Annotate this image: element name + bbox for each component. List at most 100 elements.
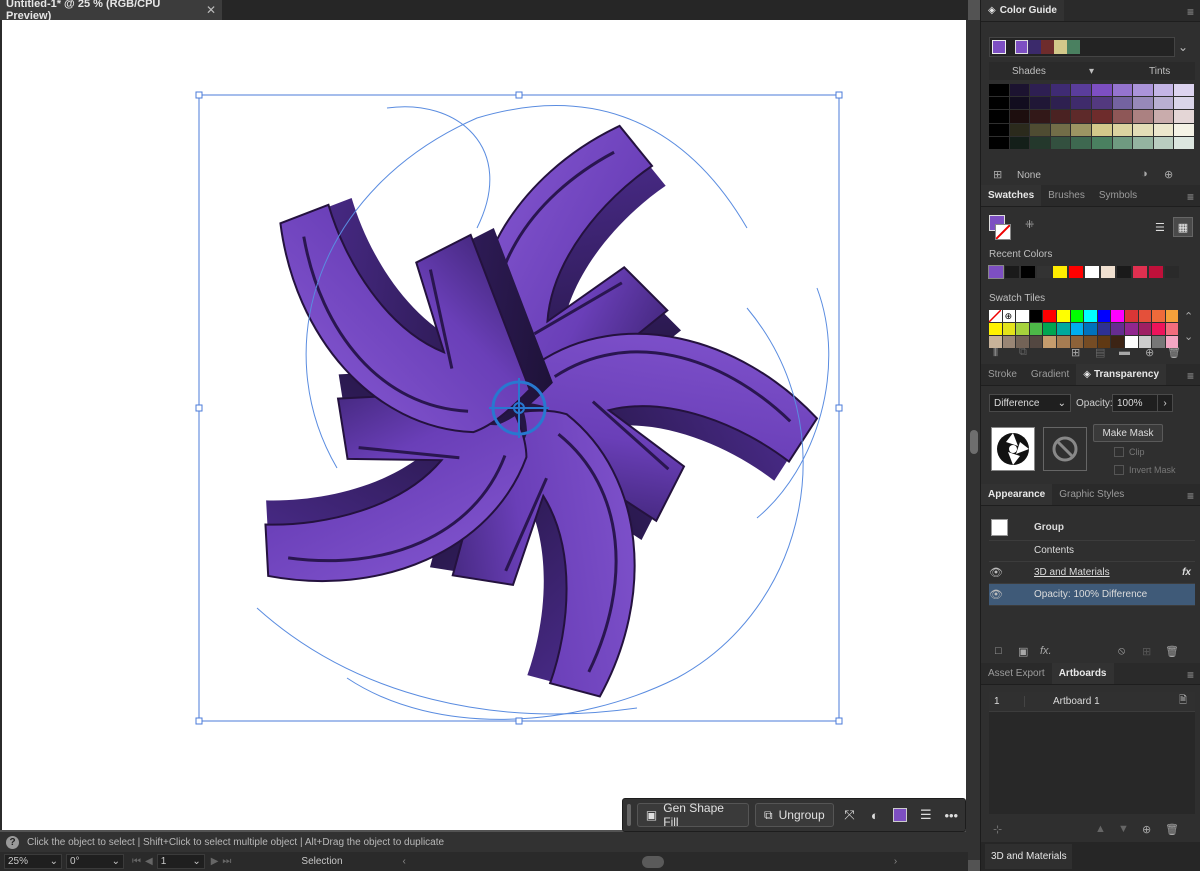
- delete-item-icon[interactable]: 🗑: [1165, 645, 1179, 658]
- move-up-icon[interactable]: ▲: [1095, 823, 1106, 835]
- color-variation-swatch[interactable]: [1071, 84, 1091, 97]
- color-variation-swatch[interactable]: [1133, 110, 1153, 123]
- document-tab[interactable]: Untitled-1* @ 25 % (RGB/CPU Preview) ✕: [0, 0, 222, 22]
- panel-menu-icon[interactable]: ≡: [1187, 668, 1194, 682]
- recent-color-swatch[interactable]: [1149, 266, 1163, 278]
- invert-mask-checkbox[interactable]: [1114, 465, 1124, 475]
- color-variation-swatch[interactable]: [1009, 123, 1030, 136]
- task-bar-drag-handle[interactable]: [627, 804, 631, 826]
- tile-swatch[interactable]: [1125, 310, 1138, 322]
- tile-swatch[interactable]: [1070, 310, 1084, 322]
- tile-swatch[interactable]: [989, 336, 1002, 348]
- appearance-opacity-row[interactable]: 👁 Opacity: 100% Difference: [989, 584, 1195, 606]
- tile-swatch[interactable]: [1084, 310, 1097, 322]
- scroll-up-icon[interactable]: ⌃: [1184, 310, 1193, 323]
- color-variation-swatch[interactable]: [1030, 136, 1050, 149]
- recent-color-swatch[interactable]: [1101, 266, 1115, 278]
- add-stroke-icon[interactable]: □: [995, 645, 1002, 657]
- tile-swatch[interactable]: [1138, 323, 1152, 335]
- color-variation-swatch[interactable]: [1133, 97, 1153, 110]
- color-variation-swatch[interactable]: [1071, 110, 1091, 123]
- harmony-swatch[interactable]: [1041, 40, 1054, 54]
- handle-top-center[interactable]: [515, 91, 523, 99]
- mask-thumbnail[interactable]: [1043, 427, 1087, 471]
- zoom-select[interactable]: 25% ⌄: [4, 854, 62, 869]
- align-icon[interactable]: ☰: [916, 805, 935, 825]
- fill-color-swatch[interactable]: [891, 805, 910, 825]
- first-artboard-icon[interactable]: ⏮: [132, 856, 141, 867]
- recent-color-swatch[interactable]: [1133, 266, 1147, 278]
- handle-bottom-right[interactable]: [835, 717, 843, 725]
- tile-swatch[interactable]: [1125, 323, 1138, 335]
- recent-color-swatch[interactable]: [1069, 266, 1083, 278]
- artwork-svg[interactable]: [2, 20, 966, 830]
- color-variation-swatch[interactable]: [1009, 110, 1030, 123]
- harmony-swatch[interactable]: [1028, 40, 1041, 54]
- add-fill-icon[interactable]: ▣: [1018, 645, 1028, 658]
- duplicate-item-icon[interactable]: ⊞: [1142, 645, 1151, 658]
- color-variation-swatch[interactable]: [1050, 136, 1071, 149]
- color-variation-swatch[interactable]: [1112, 123, 1133, 136]
- delete-artboard-icon[interactable]: 🗑: [1165, 823, 1179, 836]
- move-down-icon[interactable]: ▼: [1118, 823, 1129, 835]
- tile-swatch[interactable]: [1084, 323, 1097, 335]
- object-thumbnail[interactable]: [991, 427, 1035, 471]
- scroll-left-icon[interactable]: ‹: [403, 856, 406, 867]
- tab-symbols[interactable]: Symbols: [1092, 185, 1144, 206]
- harmony-rules-chevron-icon[interactable]: ⌄: [1178, 40, 1188, 54]
- tile-swatch[interactable]: [1084, 336, 1097, 348]
- color-variation-swatch[interactable]: [1112, 110, 1133, 123]
- ungroup-button[interactable]: ⧉ Ungroup: [755, 803, 834, 827]
- tile-swatch[interactable]: [1002, 323, 1016, 335]
- color-variation-swatch[interactable]: [1030, 123, 1050, 136]
- tile-swatch[interactable]: [1165, 310, 1179, 322]
- handle-bottom-left[interactable]: [195, 717, 203, 725]
- tile-swatch[interactable]: [1125, 336, 1138, 348]
- tile-swatch[interactable]: [1097, 323, 1111, 335]
- tile-swatch[interactable]: [1043, 310, 1056, 322]
- tile-swatch[interactable]: [1029, 336, 1043, 348]
- recent-color-swatch[interactable]: [1117, 266, 1131, 278]
- tile-swatch[interactable]: [1152, 323, 1165, 335]
- color-variation-swatch[interactable]: [1030, 110, 1050, 123]
- color-variation-swatch[interactable]: [1092, 84, 1112, 97]
- tile-swatch[interactable]: [1029, 323, 1043, 335]
- scroll-right-icon[interactable]: ›: [894, 856, 897, 867]
- color-variation-swatch[interactable]: [1092, 123, 1112, 136]
- registration-swatch-icon[interactable]: ⁜: [1025, 218, 1034, 231]
- clip-checkbox[interactable]: [1114, 447, 1124, 457]
- last-artboard-icon[interactable]: ⏭: [222, 856, 231, 867]
- handle-top-left[interactable]: [195, 91, 203, 99]
- tab-artboards[interactable]: Artboards: [1051, 663, 1114, 684]
- more-options-icon[interactable]: •••: [942, 805, 961, 825]
- color-variation-swatch[interactable]: [1030, 84, 1050, 97]
- list-view-icon[interactable]: ☰: [1155, 221, 1165, 234]
- color-variation-swatch[interactable]: [1092, 110, 1112, 123]
- tile-swatch[interactable]: [1165, 336, 1179, 348]
- tile-swatch[interactable]: [1138, 310, 1152, 322]
- color-variation-swatch[interactable]: [1050, 123, 1071, 136]
- color-variation-swatch[interactable]: [1133, 123, 1153, 136]
- color-variation-swatch[interactable]: [1112, 136, 1133, 149]
- horizontal-scroll-thumb[interactable]: [641, 855, 664, 868]
- tile-swatch[interactable]: [989, 323, 1002, 335]
- prev-artboard-icon[interactable]: ◀: [145, 856, 153, 867]
- limit-to-swatch-library-icon[interactable]: ⊞: [993, 168, 1002, 181]
- color-variation-swatch[interactable]: [1153, 123, 1174, 136]
- tile-swatch[interactable]: [1057, 310, 1070, 322]
- color-variation-swatch[interactable]: [1092, 136, 1112, 149]
- color-variation-swatch[interactable]: [1092, 97, 1112, 110]
- color-variation-swatch[interactable]: [1174, 110, 1194, 123]
- tab-asset-export[interactable]: Asset Export: [981, 663, 1052, 684]
- artboard-name[interactable]: Artboard 1: [1053, 696, 1100, 707]
- color-variation-swatch[interactable]: [989, 97, 1009, 110]
- tile-swatch[interactable]: [1152, 310, 1165, 322]
- tab-3d-and-materials[interactable]: 3D and Materials: [985, 844, 1072, 869]
- color-variation-swatch[interactable]: [1050, 84, 1071, 97]
- effect-3d-materials-link[interactable]: 3D and Materials: [1034, 567, 1110, 578]
- tile-swatch[interactable]: [1016, 323, 1029, 335]
- color-variation-swatch[interactable]: [1009, 84, 1030, 97]
- appearance-contents-row[interactable]: Contents: [989, 540, 1195, 562]
- clear-appearance-icon[interactable]: ⦸: [1118, 645, 1125, 658]
- color-variation-swatch[interactable]: [1071, 136, 1091, 149]
